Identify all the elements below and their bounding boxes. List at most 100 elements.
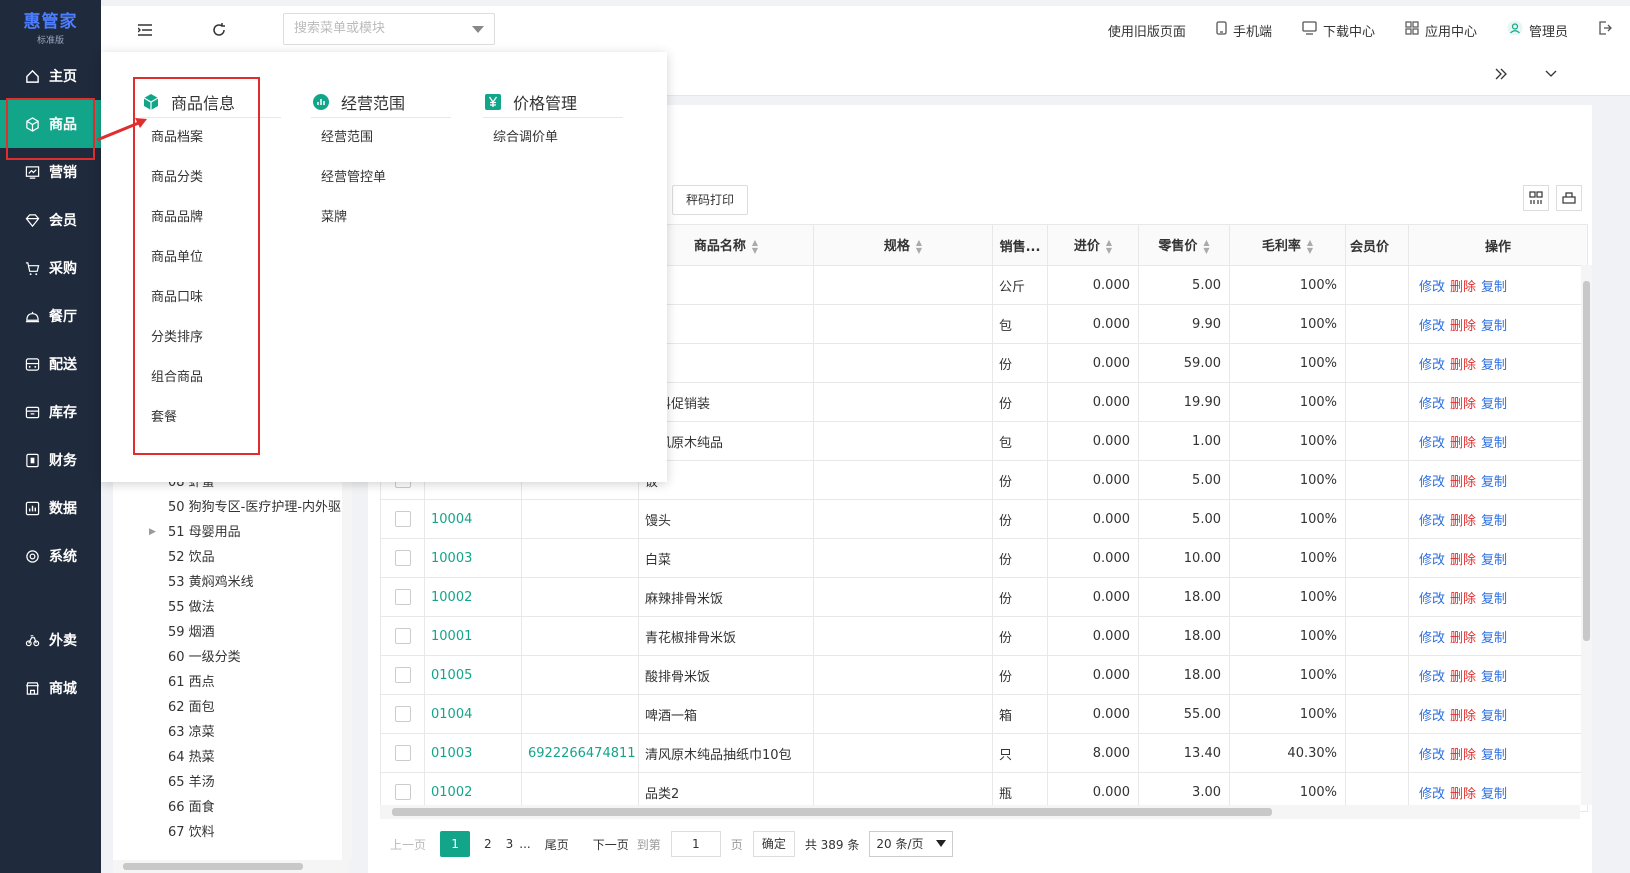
- copy-link[interactable]: 复制: [1481, 319, 1507, 334]
- refresh-icon[interactable]: [209, 20, 229, 40]
- row-checkbox[interactable]: [394, 706, 411, 722]
- delete-link[interactable]: 删除: [1450, 436, 1476, 451]
- sidebar-item-finance[interactable]: 财务: [0, 436, 101, 484]
- menu-item-business-control[interactable]: 经营管控单: [311, 158, 451, 198]
- table-vertical-scrollbar[interactable]: [1581, 265, 1592, 805]
- edit-link[interactable]: 修改: [1419, 787, 1445, 802]
- logo[interactable]: 惠管家 标准版: [0, 0, 101, 52]
- edit-link[interactable]: 修改: [1419, 553, 1445, 568]
- menu-item-business-scope[interactable]: 经营范围: [311, 118, 451, 158]
- tree-vertical-scrollbar[interactable]: [342, 470, 352, 860]
- delete-link[interactable]: 删除: [1450, 670, 1476, 685]
- sidebar-item-restaurant[interactable]: 餐厅: [0, 292, 101, 340]
- last-page-button[interactable]: 尾页: [545, 836, 569, 853]
- delete-link[interactable]: 删除: [1450, 631, 1476, 646]
- scrollbar-thumb[interactable]: [392, 808, 1272, 816]
- menu-collapse-icon[interactable]: [135, 20, 155, 40]
- delete-link[interactable]: 删除: [1450, 358, 1476, 373]
- menu-item-price-adjust[interactable]: 综合调价单: [483, 118, 623, 158]
- page-2-button[interactable]: 2: [484, 837, 492, 851]
- caret-right-icon[interactable]: ▶: [149, 520, 156, 545]
- sort-icon[interactable]: ▲ ▼: [1106, 238, 1112, 255]
- spec-header[interactable]: 规格 ▲ ▼: [813, 224, 993, 266]
- row-checkbox[interactable]: [394, 667, 411, 683]
- table-row[interactable]: 01004 啤酒一箱 箱 0.000 55.00 100% 修改 删除 复制: [380, 694, 1588, 734]
- printer-icon[interactable]: [1556, 185, 1582, 211]
- sort-icon[interactable]: ▲ ▼: [1203, 238, 1209, 255]
- tree-item[interactable]: 60 一级分类: [113, 645, 349, 670]
- row-checkbox-cell[interactable]: [380, 499, 425, 539]
- edit-link[interactable]: 修改: [1419, 631, 1445, 646]
- tree-horizontal-scrollbar[interactable]: [113, 860, 349, 873]
- sort-icon[interactable]: ▲ ▼: [1307, 238, 1313, 255]
- row-checkbox-cell[interactable]: [380, 694, 425, 734]
- edit-link[interactable]: 修改: [1419, 436, 1445, 451]
- delete-link[interactable]: 删除: [1450, 787, 1476, 802]
- tree-item[interactable]: 65 羊汤: [113, 770, 349, 795]
- sidebar-item-delivery[interactable]: 配送: [0, 340, 101, 388]
- page-size-select[interactable]: 20 条/页: [869, 831, 954, 857]
- copy-link[interactable]: 复制: [1481, 748, 1507, 763]
- chevron-down-icon[interactable]: [1541, 64, 1561, 84]
- menu-item-menu-board[interactable]: 菜牌: [311, 198, 451, 238]
- copy-link[interactable]: 复制: [1481, 709, 1507, 724]
- logout-button[interactable]: [1598, 21, 1618, 39]
- user-menu[interactable]: 管理员: [1507, 20, 1568, 40]
- delete-link[interactable]: 删除: [1450, 319, 1476, 334]
- delete-link[interactable]: 删除: [1450, 514, 1476, 529]
- sidebar-item-mall[interactable]: 商城: [0, 664, 101, 712]
- copy-link[interactable]: 复制: [1481, 475, 1507, 490]
- menu-search-input[interactable]: 搜索菜单或模块: [283, 13, 495, 45]
- edit-link[interactable]: 修改: [1419, 670, 1445, 685]
- edit-link[interactable]: 修改: [1419, 709, 1445, 724]
- row-checkbox[interactable]: [394, 745, 411, 761]
- tree-item[interactable]: 66 面食: [113, 795, 349, 820]
- tree-item[interactable]: 67 饮料: [113, 820, 349, 845]
- copy-link[interactable]: 复制: [1481, 397, 1507, 412]
- copy-link[interactable]: 复制: [1481, 553, 1507, 568]
- sidebar-item-takeout[interactable]: 外卖: [0, 616, 101, 664]
- barcode-print-button[interactable]: 秤码打印: [672, 185, 748, 215]
- scrollbar-thumb[interactable]: [1583, 281, 1590, 641]
- row-checkbox-cell[interactable]: [380, 538, 425, 578]
- sidebar-item-home[interactable]: 主页: [0, 52, 101, 100]
- old-page-link[interactable]: 使用旧版页面: [1108, 21, 1186, 40]
- tree-item[interactable]: 52 饮品: [113, 545, 349, 570]
- prev-page-button[interactable]: 上一页: [390, 836, 426, 853]
- sidebar-item-system[interactable]: 系统: [0, 532, 101, 580]
- cost-header[interactable]: 进价 ▲ ▼: [1047, 224, 1139, 266]
- delete-link[interactable]: 删除: [1450, 280, 1476, 295]
- row-checkbox[interactable]: [394, 628, 411, 644]
- tree-item[interactable]: 55 做法: [113, 595, 349, 620]
- next-page-button[interactable]: 下一页: [593, 836, 629, 853]
- table-row[interactable]: 10003 白菜 份 0.000 10.00 100% 修改 删除 复制: [380, 538, 1588, 578]
- delete-link[interactable]: 删除: [1450, 553, 1476, 568]
- tree-item[interactable]: ▶ 51 母婴用品: [113, 520, 349, 545]
- tree-item[interactable]: 61 西点: [113, 670, 349, 695]
- page-3-button[interactable]: 3: [506, 837, 514, 851]
- copy-link[interactable]: 复制: [1481, 787, 1507, 802]
- edit-link[interactable]: 修改: [1419, 358, 1445, 373]
- download-center-link[interactable]: 下载中心: [1302, 21, 1375, 40]
- tree-item[interactable]: 53 黄焖鸡米线: [113, 570, 349, 595]
- row-checkbox[interactable]: [394, 550, 411, 566]
- table-row[interactable]: 01003 6922266474811 清风原木纯品抽纸巾10包 只 8.000 13.4…: [380, 733, 1588, 773]
- table-row[interactable]: 01005 酸排骨米饭 份 0.000 18.00 100% 修改 删除 复制: [380, 655, 1588, 695]
- tree-item[interactable]: 63 凉菜: [113, 720, 349, 745]
- table-row[interactable]: 10002 麻辣排骨米饭 份 0.000 18.00 100% 修改 删除 复制: [380, 577, 1588, 617]
- row-checkbox-cell[interactable]: [380, 577, 425, 617]
- column-settings-icon[interactable]: [1523, 185, 1549, 211]
- row-checkbox-cell[interactable]: [380, 616, 425, 656]
- tree-item[interactable]: 50 狗狗专区-医疗护理-内外驱: [113, 495, 349, 520]
- edit-link[interactable]: 修改: [1419, 592, 1445, 607]
- delete-link[interactable]: 删除: [1450, 475, 1476, 490]
- delete-link[interactable]: 删除: [1450, 748, 1476, 763]
- tree-item[interactable]: 64 热菜: [113, 745, 349, 770]
- sidebar-item-inventory[interactable]: 库存: [0, 388, 101, 436]
- delete-link[interactable]: 删除: [1450, 709, 1476, 724]
- edit-link[interactable]: 修改: [1419, 319, 1445, 334]
- table-row[interactable]: 10001 青花椒排骨米饭 份 0.000 18.00 100% 修改 删除 复制: [380, 616, 1588, 656]
- copy-link[interactable]: 复制: [1481, 592, 1507, 607]
- margin-header[interactable]: 毛利率 ▲ ▼: [1229, 224, 1346, 266]
- delete-link[interactable]: 删除: [1450, 397, 1476, 412]
